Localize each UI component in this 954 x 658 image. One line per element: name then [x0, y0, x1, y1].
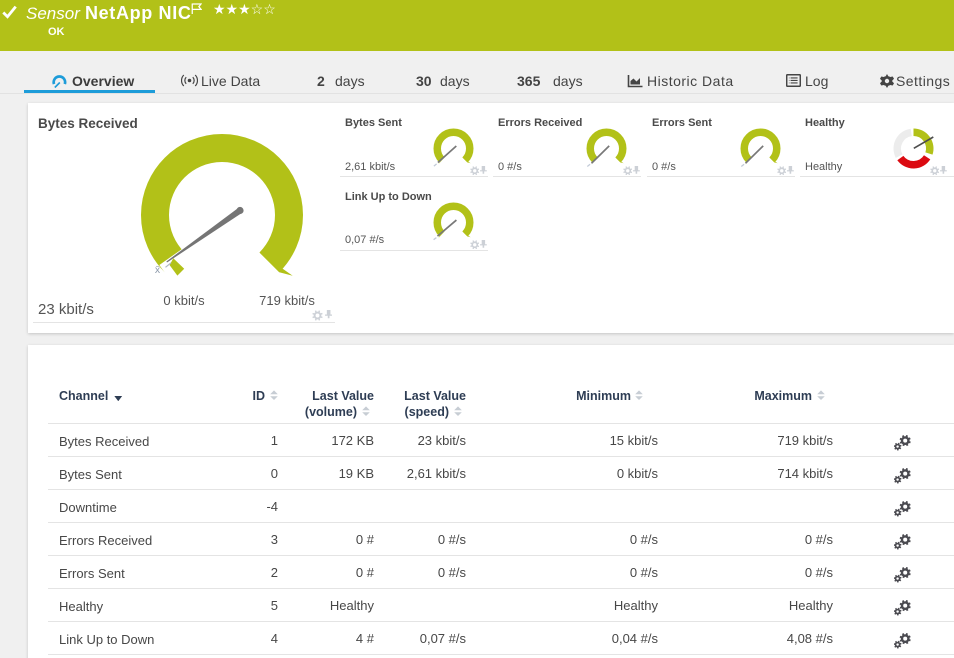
- svg-text:x̄: x̄: [155, 264, 161, 276]
